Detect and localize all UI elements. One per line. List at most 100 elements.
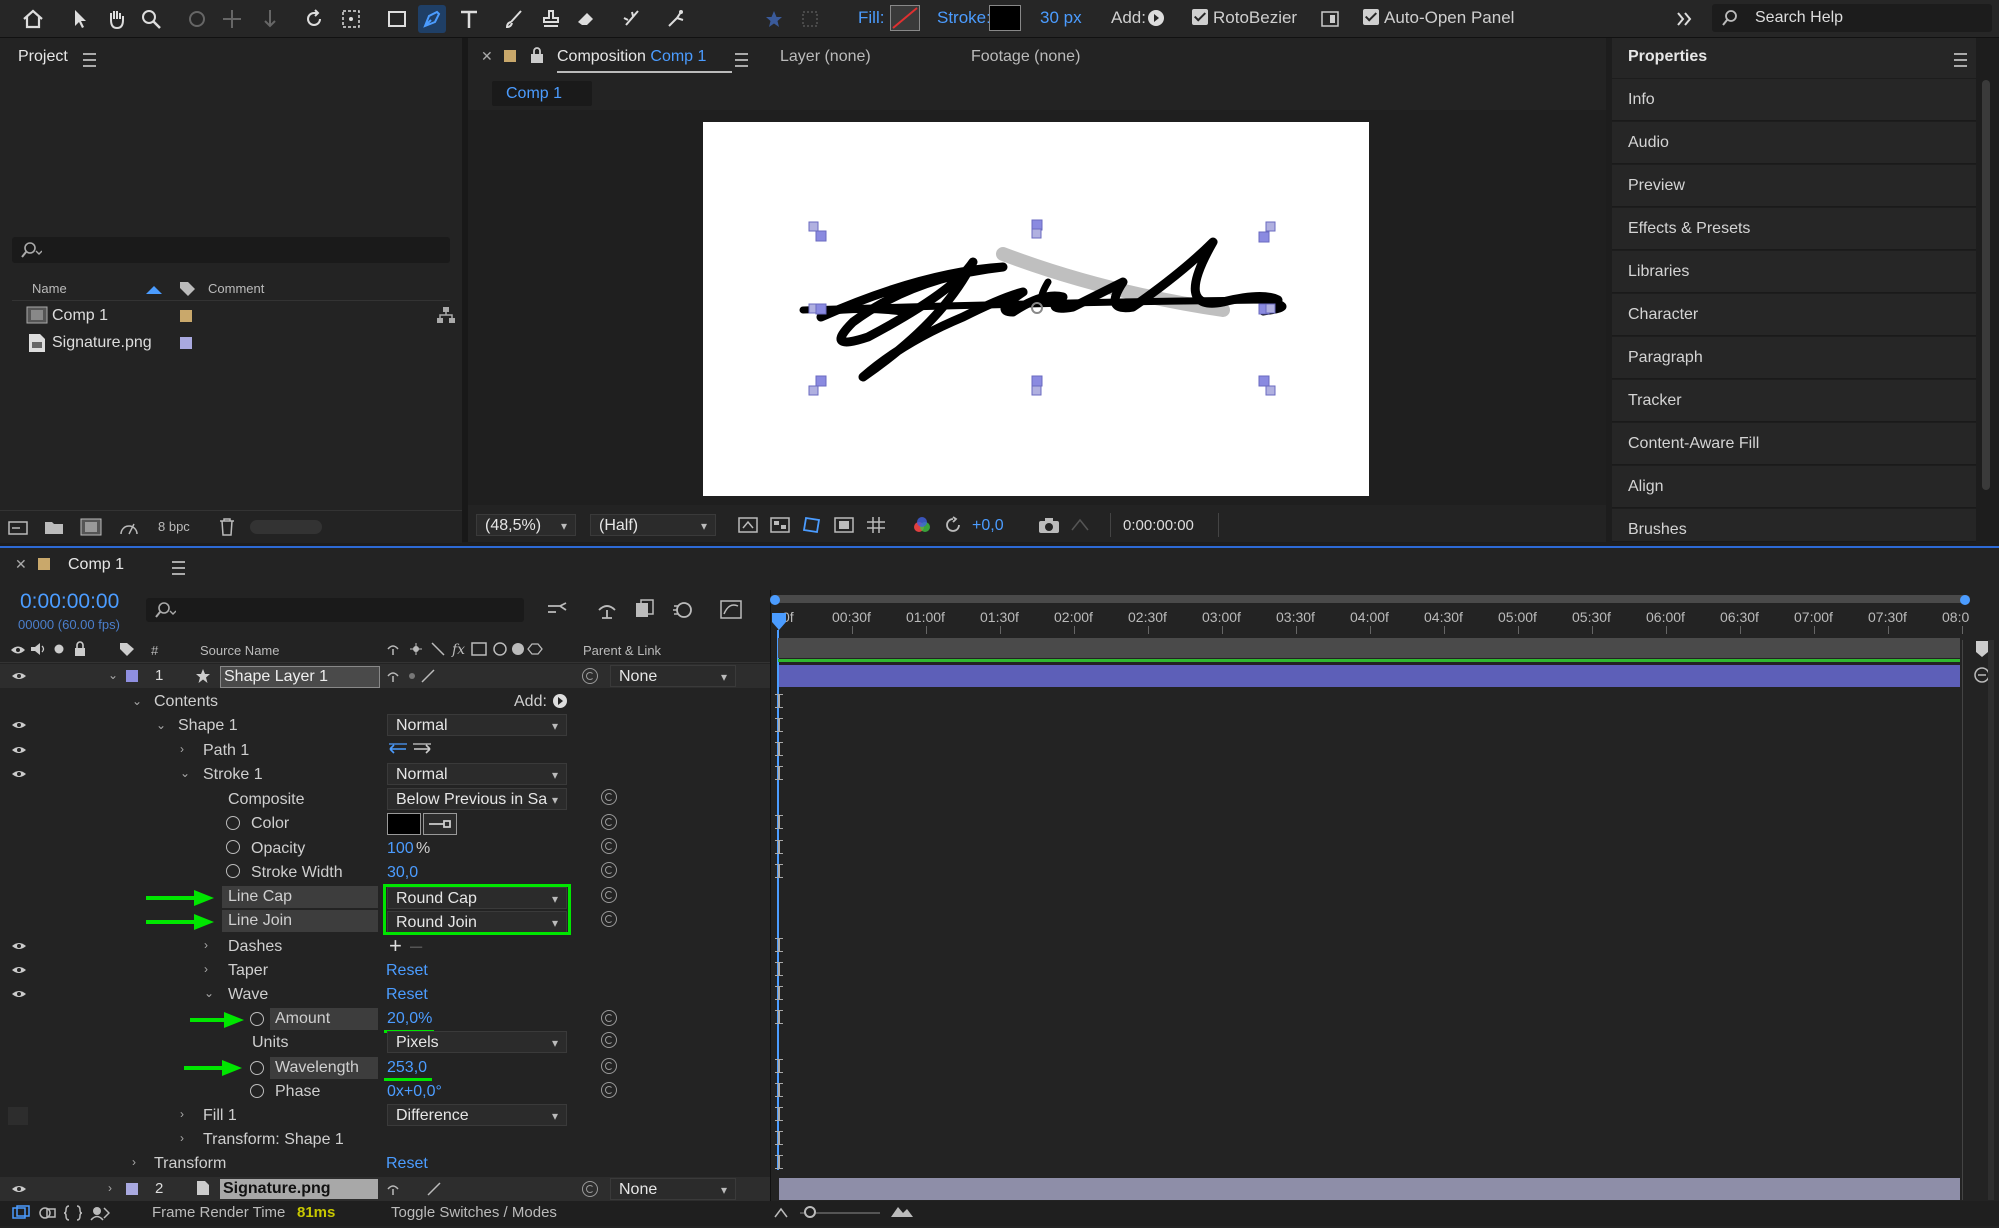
keyframe-navigator-icon[interactable] xyxy=(775,766,783,780)
expression-pick-whip-icon[interactable] xyxy=(601,838,617,854)
expression-brackets-icon[interactable] xyxy=(64,1205,82,1221)
keyframe-navigator-icon[interactable] xyxy=(775,815,783,829)
eye-icon[interactable] xyxy=(11,989,27,999)
star-icon[interactable] xyxy=(760,5,788,33)
timeline-search-input[interactable] xyxy=(146,598,524,622)
rectangle-tool-icon[interactable] xyxy=(383,5,411,33)
hand-tool-icon[interactable] xyxy=(102,5,130,33)
chevron-right-icon[interactable]: › xyxy=(180,1131,184,1145)
stopwatch-icon[interactable] xyxy=(226,840,240,854)
layer-bar-1[interactable] xyxy=(779,665,1960,687)
thumbnail-slider[interactable] xyxy=(250,520,322,534)
search-help-field[interactable]: Search Help xyxy=(1712,4,1992,32)
label-color-swatch[interactable] xyxy=(126,1183,138,1195)
eye-icon[interactable] xyxy=(11,769,27,779)
toggle-switches-modes-button[interactable]: Toggle Switches / Modes xyxy=(391,1204,557,1221)
show-snapshot-icon[interactable] xyxy=(1070,516,1090,534)
zoom-dropdown[interactable]: (48,5%) ▾ xyxy=(476,514,576,536)
fill-blend-mode-dropdown[interactable]: Difference ▾ xyxy=(387,1104,567,1126)
eye-icon[interactable] xyxy=(11,941,27,951)
keyframe-navigator-icon[interactable] xyxy=(775,1131,783,1145)
close-tab-icon[interactable]: ✕ xyxy=(481,48,493,65)
panel-item-character[interactable]: Character xyxy=(1612,294,1976,336)
pick-whip-icon[interactable] xyxy=(582,668,598,684)
label-color-swatch[interactable] xyxy=(180,337,192,349)
region-of-interest-icon[interactable] xyxy=(834,516,854,534)
amount-value[interactable]: 20,0% xyxy=(387,1010,432,1028)
chevron-down-icon[interactable]: ⌄ xyxy=(204,986,214,1000)
reset-exposure-icon[interactable] xyxy=(944,516,962,534)
properties-menu-icon[interactable] xyxy=(1954,53,1967,67)
remove-dash-icon[interactable]: – xyxy=(410,933,422,959)
panel-item-align[interactable]: Align xyxy=(1612,466,1976,508)
chevron-double-right-icon[interactable] xyxy=(1670,5,1698,33)
project-item-signature[interactable]: Signature.png xyxy=(12,331,450,355)
add-menu-icon[interactable] xyxy=(553,694,567,708)
mask-path-visibility-icon[interactable] xyxy=(802,516,822,534)
composition-tab[interactable]: Composition Comp 1 xyxy=(557,48,706,66)
selection-tool-icon[interactable] xyxy=(66,5,94,33)
close-tab-icon[interactable]: ✕ xyxy=(15,556,27,573)
panel-item-audio[interactable]: Audio xyxy=(1612,122,1976,164)
interpret-footage-icon[interactable] xyxy=(8,519,28,535)
layer-name-field[interactable]: Signature.png xyxy=(220,1179,378,1199)
fill-swatch[interactable] xyxy=(890,5,920,31)
keyframe-navigator-icon[interactable] xyxy=(775,962,783,976)
expression-pick-whip-icon[interactable] xyxy=(601,814,617,830)
wave-reset-link[interactable]: Reset xyxy=(386,986,428,1004)
eye-icon[interactable] xyxy=(11,671,27,681)
keyframe-navigator-icon[interactable] xyxy=(775,864,783,878)
phase-value[interactable]: 0x+0,0° xyxy=(387,1083,442,1101)
project-menu-icon[interactable] xyxy=(83,53,96,67)
keyframe-navigator-icon[interactable] xyxy=(775,1059,783,1073)
composite-dropdown[interactable]: Below Previous in Sa ▾ xyxy=(387,788,567,810)
layer-switches[interactable] xyxy=(386,668,436,684)
keyframe-navigator-icon[interactable] xyxy=(775,1083,783,1097)
chevron-right-icon[interactable]: › xyxy=(108,1181,112,1195)
audio-icon[interactable] xyxy=(30,642,46,656)
current-time-display[interactable]: 0:00:00:00 xyxy=(1123,517,1194,534)
column-comment-header[interactable]: Comment xyxy=(208,281,264,296)
stopwatch-icon[interactable] xyxy=(226,816,240,830)
pick-whip-icon[interactable] xyxy=(582,1181,598,1197)
time-ruler[interactable]: 0f 00:30f 01:00f 01:30f 02:00f 02:30f 03:00f 03… xyxy=(778,606,1970,636)
auto-open-panel-checkbox[interactable]: Auto-Open Panel xyxy=(1363,8,1514,28)
grid-icon[interactable] xyxy=(796,5,824,33)
composition-menu-icon[interactable] xyxy=(735,53,749,67)
panel-icon[interactable] xyxy=(1316,5,1344,33)
home-icon[interactable] xyxy=(19,5,47,33)
chevron-right-icon[interactable]: › xyxy=(204,962,208,976)
dolly-tool-icon[interactable] xyxy=(256,5,284,33)
graph-editor-icon[interactable] xyxy=(719,598,743,620)
work-area-start-handle[interactable] xyxy=(770,595,780,605)
taper-reset-link[interactable]: Reset xyxy=(386,962,428,980)
label-color-swatch[interactable] xyxy=(126,670,138,682)
roto-brush-tool-icon[interactable] xyxy=(617,5,645,33)
stroke-width-value[interactable]: 30,0 xyxy=(387,864,418,882)
chevron-right-icon[interactable]: › xyxy=(204,938,208,952)
show-channel-icon[interactable] xyxy=(912,516,932,534)
label-color-swatch[interactable] xyxy=(180,310,192,322)
eraser-tool-icon[interactable] xyxy=(572,5,600,33)
pan-tool-icon[interactable] xyxy=(218,5,246,33)
keyframe-navigator-icon[interactable] xyxy=(775,938,783,952)
chevron-down-icon[interactable]: ⌄ xyxy=(108,668,118,682)
new-composition-icon[interactable] xyxy=(80,518,102,536)
solo-icon[interactable] xyxy=(54,644,64,654)
sort-ascending-icon[interactable] xyxy=(146,284,162,294)
render-settings-icon[interactable] xyxy=(12,1205,30,1221)
expression-pick-whip-icon[interactable] xyxy=(601,887,617,903)
work-area-end-handle[interactable] xyxy=(1960,595,1970,605)
orbit-tool-icon[interactable] xyxy=(183,5,211,33)
parent-dropdown[interactable]: None ▾ xyxy=(610,1178,736,1200)
zoom-out-mountain-icon[interactable] xyxy=(774,1206,788,1218)
panel-item-content-aware-fill[interactable]: Content-Aware Fill xyxy=(1612,423,1976,465)
stroke-blend-mode-dropdown[interactable]: Normal ▾ xyxy=(387,763,567,785)
timeline-tab-name[interactable]: Comp 1 xyxy=(68,556,124,574)
wavelength-value[interactable]: 253,0 xyxy=(387,1059,427,1077)
panel-item-effects-presets[interactable]: Effects & Presets xyxy=(1612,208,1976,250)
keyframe-navigator-icon[interactable] xyxy=(775,718,783,732)
eye-icon[interactable] xyxy=(11,1184,27,1194)
layer-bar-2[interactable] xyxy=(779,1178,1960,1200)
comp-breadcrumb[interactable]: Comp 1 xyxy=(492,81,592,106)
